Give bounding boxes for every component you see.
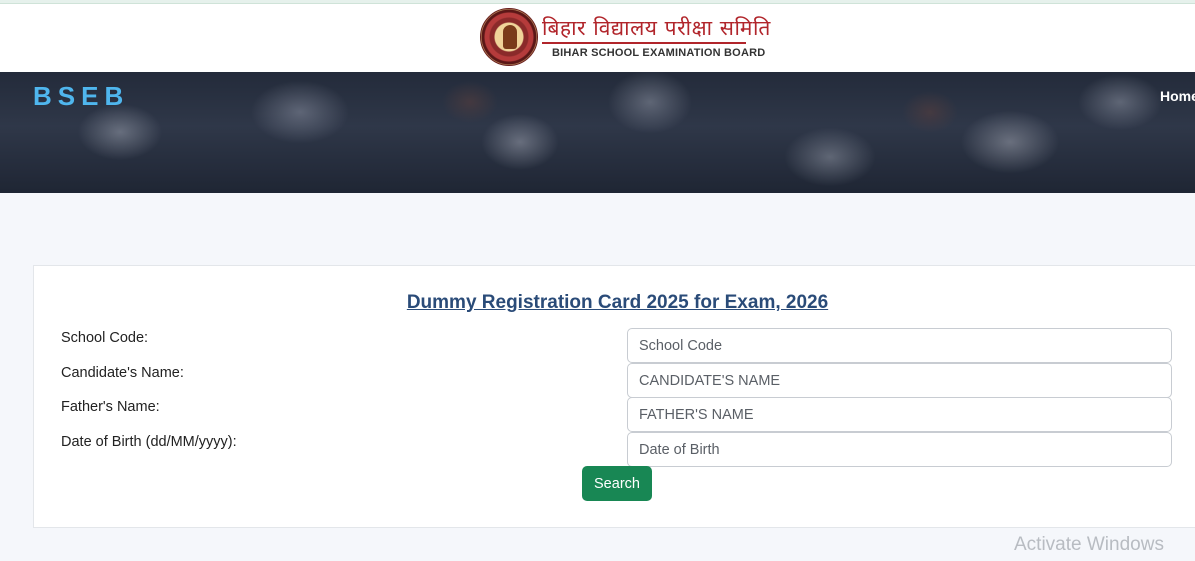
logo-hindi-text: बिहार विद्यालय परीक्षा समिति [542, 16, 771, 40]
bseb-logo[interactable]: बिहार विद्यालय परीक्षा समिति BIHAR SCHOO… [480, 8, 770, 66]
candidate-name-label: Candidate's Name: [61, 365, 184, 381]
father-name-label: Father's Name: [61, 399, 160, 415]
nav-home-link[interactable]: Home [1160, 88, 1195, 104]
school-code-input[interactable] [627, 328, 1172, 363]
dob-label: Date of Birth (dd/MM/yyyy): [61, 434, 237, 450]
hero-banner: BSEB Home [0, 72, 1195, 193]
logo-english-text: BIHAR SCHOOL EXAMINATION BOARD [552, 47, 766, 59]
brand-name[interactable]: BSEB [33, 81, 129, 112]
form-title: Dummy Registration Card 2025 for Exam, 2… [406, 292, 829, 313]
logo-bar: बिहार विद्यालय परीक्षा समिति BIHAR SCHOO… [0, 4, 1195, 72]
dob-input[interactable] [627, 432, 1172, 467]
seal-figure-icon [503, 25, 517, 49]
bseb-seal-icon [480, 8, 538, 66]
school-code-label: School Code: [61, 330, 149, 346]
registration-form-card: Dummy Registration Card 2025 for Exam, 2… [33, 265, 1195, 528]
hero-overlay [0, 72, 1195, 193]
father-name-input[interactable] [627, 397, 1172, 432]
candidate-name-input[interactable] [627, 363, 1172, 398]
logo-divider [542, 42, 746, 44]
activate-windows-watermark: Activate Windows [1014, 534, 1164, 555]
search-button[interactable]: Search [582, 466, 652, 501]
